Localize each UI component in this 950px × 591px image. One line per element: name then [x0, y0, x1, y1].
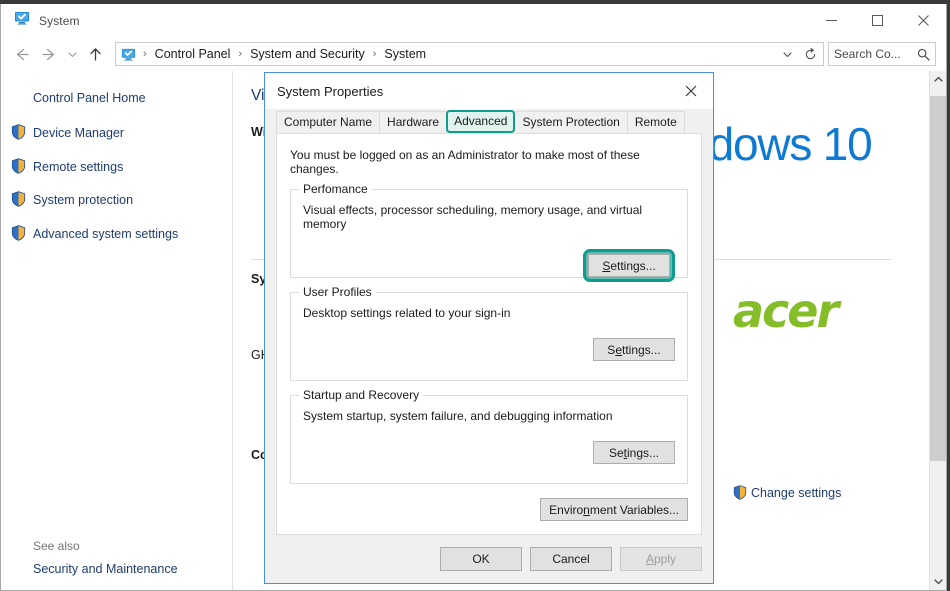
dialog-title: System Properties: [277, 83, 384, 99]
window-title: System: [39, 13, 80, 28]
ok-button[interactable]: OK: [440, 547, 522, 571]
maximize-button[interactable]: [854, 4, 900, 37]
scroll-down-button[interactable]: [930, 573, 946, 590]
performance-group-actions: Settings...: [303, 249, 675, 282]
up-button[interactable]: [81, 40, 109, 68]
environment-variables-button[interactable]: Enviro n ment Variables...: [540, 498, 688, 521]
control-panel-icon[interactable]: [121, 47, 136, 62]
sidebar-item-control-panel-home[interactable]: Control Panel Home: [1, 85, 232, 117]
see-also-item-security-and-maintenance[interactable]: Security and Maintenance: [33, 562, 232, 576]
tab-hardware[interactable]: Hardware: [379, 111, 448, 133]
system-monitor-icon: [14, 10, 30, 31]
environment-variables-row: Enviro n ment Variables...: [290, 498, 688, 521]
vertical-scrollbar[interactable]: [929, 71, 946, 590]
cancel-button[interactable]: Cancel: [530, 547, 612, 571]
see-also-title: See also: [33, 539, 80, 553]
dialog-close-button[interactable]: [669, 73, 713, 108]
sidebar-item-label: Advanced system settings: [33, 227, 179, 241]
startup-recovery-group-description: System startup, system failure, and debu…: [303, 409, 613, 423]
user-profiles-group-description: Desktop settings related to your sign-in: [303, 306, 511, 320]
performance-settings-highlight: Settings...: [583, 249, 675, 282]
window-titlebar: System: [1, 4, 946, 37]
screen-root: System › Control Panel › System and Secu…: [0, 0, 950, 591]
chevron-down-icon[interactable]: [777, 43, 797, 65]
search-input-value[interactable]: Search Co...: [834, 47, 917, 61]
close-button[interactable]: [900, 4, 946, 37]
user-profiles-settings-button[interactable]: Se ttings...: [593, 338, 675, 361]
search-input[interactable]: Search Co...: [828, 42, 936, 66]
shield-icon: [11, 191, 27, 211]
dialog-footer: OK Cancel Apply: [265, 535, 713, 583]
acer-logo: acer: [733, 284, 839, 338]
breadcrumb-item-system-and-security[interactable]: System and Security: [247, 47, 368, 61]
startup-recovery-settings-button[interactable]: Se t ings...: [593, 441, 675, 464]
minimize-button[interactable]: [808, 4, 854, 37]
tab-system-protection[interactable]: System Protection: [514, 111, 628, 133]
tab-label: Computer Name: [284, 115, 373, 129]
sidebar-item-remote-settings[interactable]: Remote settings: [1, 151, 232, 185]
forward-button[interactable]: [35, 40, 63, 68]
tab-label: System Protection: [522, 115, 620, 129]
sidebar-item-system-protection[interactable]: System protection: [1, 184, 232, 218]
system-properties-dialog: System Properties Computer Name Hardware…: [264, 72, 714, 584]
window-controls: [808, 4, 946, 37]
user-profiles-group: User Profiles Desktop settings related t…: [290, 285, 688, 381]
performance-group: Perfomance Visual effects, processor sch…: [290, 182, 688, 282]
user-profiles-group-actions: Se ttings...: [303, 338, 675, 361]
shield-icon: [11, 157, 27, 178]
sidebar-item-advanced-system-settings[interactable]: Advanced system settings: [1, 218, 232, 252]
performance-settings-button[interactable]: Settings...: [588, 254, 670, 277]
sidebar-item-label: Remote settings: [33, 159, 124, 174]
breadcrumb-separator[interactable]: ›: [138, 48, 152, 60]
scrollbar-track[interactable]: [930, 88, 946, 573]
shield-icon: [733, 485, 747, 500]
sidebar-item-label: Device Manager: [33, 125, 125, 140]
refresh-icon[interactable]: [799, 43, 821, 65]
startup-recovery-group-actions: Se t ings...: [303, 441, 675, 464]
breadcrumb-item-system[interactable]: System: [381, 47, 429, 61]
tab-label: Remote: [634, 115, 677, 129]
scrollbar-thumb[interactable]: [930, 96, 946, 461]
back-button[interactable]: [7, 40, 35, 68]
user-profiles-settings-accel: e: [615, 342, 622, 357]
tab-remote[interactable]: Remote: [626, 111, 685, 133]
dialog-titlebar: System Properties: [265, 73, 713, 109]
user-profiles-group-legend: User Profiles: [299, 285, 376, 299]
sidebar-item-device-manager[interactable]: Device Manager: [1, 117, 232, 151]
recent-locations-button[interactable]: [63, 40, 81, 68]
advanced-tab-panel: You must be logged on as an Administrato…: [276, 133, 702, 535]
performance-settings-accel: S: [602, 258, 611, 273]
breadcrumb[interactable]: › Control Panel › System and Security › …: [115, 42, 824, 66]
tab-label: Advanced: [454, 114, 508, 128]
see-also-section: See also Security and Maintenance: [1, 539, 232, 590]
address-bar: › Control Panel › System and Security › …: [1, 37, 946, 71]
change-settings-label: Change settings: [751, 485, 842, 500]
breadcrumb-separator[interactable]: ›: [368, 48, 382, 60]
performance-settings-label: ettings...: [610, 258, 656, 273]
tab-advanced[interactable]: Advanced: [446, 110, 516, 133]
dialog-tabstrip: Computer Name Hardware Advanced System P…: [265, 109, 713, 133]
environment-variables-accel: n: [583, 502, 590, 517]
apply-accel: A: [645, 552, 654, 566]
sidebar-item-label: System protection: [33, 193, 134, 208]
startup-recovery-group: Startup and Recovery System startup, sys…: [290, 388, 688, 484]
administrator-note: You must be logged on as an Administrato…: [290, 148, 640, 176]
shield-icon: [11, 225, 27, 245]
sidebar-item-label: Control Panel Home: [33, 91, 146, 105]
tab-computer-name[interactable]: Computer Name: [276, 111, 381, 133]
scroll-up-button[interactable]: [930, 71, 946, 88]
performance-group-legend: Perfomance: [299, 182, 372, 196]
search-icon[interactable]: [917, 48, 930, 61]
breadcrumb-separator[interactable]: ›: [233, 48, 247, 60]
breadcrumb-item-control-panel[interactable]: Control Panel: [152, 47, 234, 61]
tab-label: Hardware: [387, 115, 440, 129]
apply-button[interactable]: Apply: [620, 547, 702, 571]
startup-recovery-group-legend: Startup and Recovery: [299, 388, 424, 402]
shield-icon: [11, 123, 27, 144]
sidebar: Control Panel Home Device Manager Remote…: [1, 71, 233, 590]
performance-group-description: Visual effects, processor scheduling, me…: [303, 203, 643, 231]
change-settings-link[interactable]: Change settings: [733, 485, 841, 500]
